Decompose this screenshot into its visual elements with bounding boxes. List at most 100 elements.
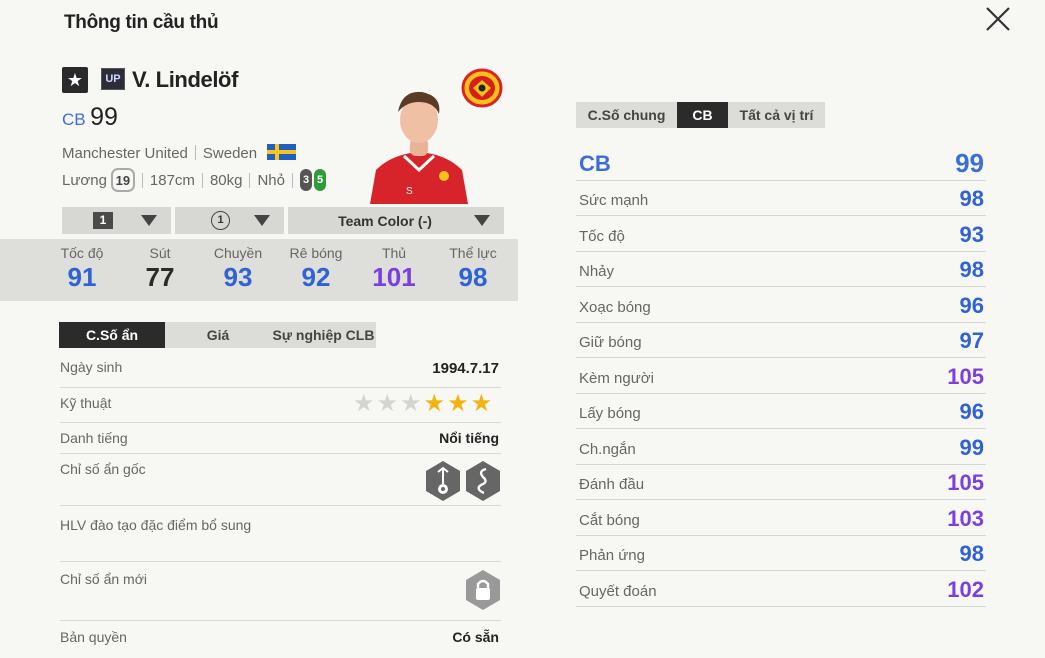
stat-row: Đánh đầu 105	[576, 465, 986, 500]
main-stat: Thể lực 98	[434, 245, 512, 293]
stat-label: Cắt bóng	[579, 511, 640, 529]
chevron-down-icon	[254, 215, 270, 226]
main-stat: Thủ 101	[355, 245, 433, 293]
stat-row: Phản ứng 98	[576, 536, 986, 571]
traits-label: Chỉ số ẩn gốc	[60, 461, 146, 477]
new-traits-label: Chỉ số ẩn mới	[60, 571, 147, 587]
upgrade-level-badge: 1	[93, 212, 113, 229]
info-tabs: C.Số ẩn Giá Sự nghiệp CLB	[59, 322, 376, 348]
main-stat-label: Tốc độ	[60, 245, 104, 261]
stat-value: 98	[959, 186, 984, 211]
club-nation-line: Manchester United Sweden	[62, 144, 297, 162]
player-info-line: Lương 19 187cm 80kg Nhỏ 3 5	[62, 168, 326, 192]
stat-value: 98	[959, 257, 984, 282]
stat-row: Cắt bóng 103	[576, 500, 986, 536]
stat-row: Lấy bóng 96	[576, 394, 986, 429]
star-icon: ★	[447, 390, 469, 417]
body-type: Nhỏ	[257, 171, 285, 189]
stat-value: 93	[959, 221, 984, 247]
position-ovr: CB 99	[62, 103, 118, 132]
stat-row: Kèm người 105	[576, 358, 986, 394]
stat-value: 102	[947, 576, 984, 602]
weak-foot-badge: 3	[300, 169, 312, 191]
player-ovr: 99	[90, 103, 118, 131]
main-stat: Tốc độ 91	[43, 245, 121, 293]
stat-label: Tốc độ	[579, 227, 625, 245]
stat-row: Sức mạnh 98	[576, 181, 986, 216]
main-stats-band: Tốc độ 91 Sút 77 Chuyền 93 Rê bóng 92 Th…	[0, 239, 518, 301]
hidden-trait-icon[interactable]	[424, 460, 462, 502]
license-value: Có sẵn	[452, 629, 499, 645]
hidden-trait-snake-icon[interactable]	[464, 460, 502, 502]
divider	[60, 505, 501, 506]
stat-label: Giữ bóng	[579, 334, 642, 351]
tab-hidden-stats[interactable]: C.Số ẩn	[59, 322, 165, 348]
tab-general-stats[interactable]: C.Số chung	[576, 102, 677, 128]
weight: 80kg	[209, 171, 243, 189]
stat-value: 96	[959, 292, 984, 318]
up-badge-icon: UP	[101, 68, 125, 90]
main-stat: Chuyền 93	[199, 245, 277, 293]
level-dropdown[interactable]: 1	[175, 207, 284, 234]
stat-value: 103	[947, 505, 984, 531]
main-stat-value: 77	[145, 262, 175, 292]
lock-icon[interactable]	[464, 569, 502, 611]
main-stat-value: 101	[372, 262, 416, 292]
stat-label: Kèm người	[579, 369, 654, 387]
stat-row: Quyết đoán 102	[576, 571, 986, 607]
tab-all-positions[interactable]: Tất cả vị trí	[728, 102, 825, 128]
position-stat-header: CB 99	[576, 145, 986, 181]
skill-stars: ★ ★ ★ ★ ★ ★	[353, 392, 492, 416]
star-icon: ★	[353, 390, 375, 417]
stat-row: Giữ bóng 97	[576, 323, 986, 358]
main-stat-label: Thủ	[381, 245, 407, 261]
stat-label: Nhảy	[579, 263, 615, 280]
stat-value: 96	[959, 399, 984, 424]
position-stat-list: CB 99 Sức mạnh 98 Tốc độ 93 Nhảy 98 Xoạc bóng 9…	[576, 145, 986, 607]
position-label: CB	[579, 150, 611, 176]
player-name: V. Lindelöf	[132, 67, 239, 92]
star-icon: ★	[62, 67, 88, 93]
stat-row: Xoạc bóng 96	[576, 287, 986, 323]
position-value: 99	[955, 147, 984, 178]
main-stat: Rê bóng 92	[277, 245, 355, 293]
main-stat-label: Sút	[149, 245, 171, 261]
fame-value: Nổi tiếng	[439, 430, 499, 446]
stat-row: Nhảy 98	[576, 252, 986, 287]
stat-row: Ch.ngắn 99	[576, 429, 986, 465]
stat-label: Xoạc bóng	[579, 298, 651, 316]
birth-label: Ngày sinh	[60, 359, 123, 375]
upgrade-dropdown[interactable]: 1	[62, 207, 171, 234]
stat-label: Lấy bóng	[579, 405, 641, 422]
height: 187cm	[149, 171, 195, 189]
stat-label: Sức mạnh	[579, 192, 649, 209]
main-stat-value: 91	[67, 262, 97, 292]
main-stat-label: Chuyền	[213, 245, 263, 261]
tab-club-career[interactable]: Sự nghiệp CLB	[271, 322, 376, 348]
star-icon: ★	[423, 390, 446, 417]
tab-cb[interactable]: CB	[677, 102, 728, 128]
divider	[60, 453, 501, 454]
stat-row: Tốc độ 93	[576, 216, 986, 252]
close-icon[interactable]	[984, 5, 1012, 33]
divider	[60, 387, 501, 388]
main-stat-value: 92	[301, 262, 331, 292]
main-stat-label: Thể lực	[449, 245, 497, 261]
divider	[60, 561, 501, 562]
divider	[60, 422, 501, 423]
stat-label: Phản ứng	[579, 547, 645, 564]
tab-price[interactable]: Giá	[165, 322, 271, 348]
trainer-label: HLV đào tạo đặc điểm bổ sung	[60, 517, 252, 533]
stat-label: Quyết đoán	[579, 582, 657, 600]
stat-value: 105	[947, 363, 984, 389]
star-icon: ★	[470, 390, 493, 417]
chevron-down-icon	[141, 215, 157, 226]
salary-label: Lương	[62, 171, 107, 189]
team-color-dropdown[interactable]: Team Color (-)	[288, 207, 504, 234]
sweden-flag-icon	[267, 144, 297, 160]
star-icon: ★	[400, 390, 422, 417]
stat-label: Đánh đầu	[579, 476, 645, 493]
main-stat: Sút 77	[121, 245, 199, 293]
stat-value: 97	[959, 328, 984, 353]
main-stat-value: 98	[458, 262, 488, 292]
